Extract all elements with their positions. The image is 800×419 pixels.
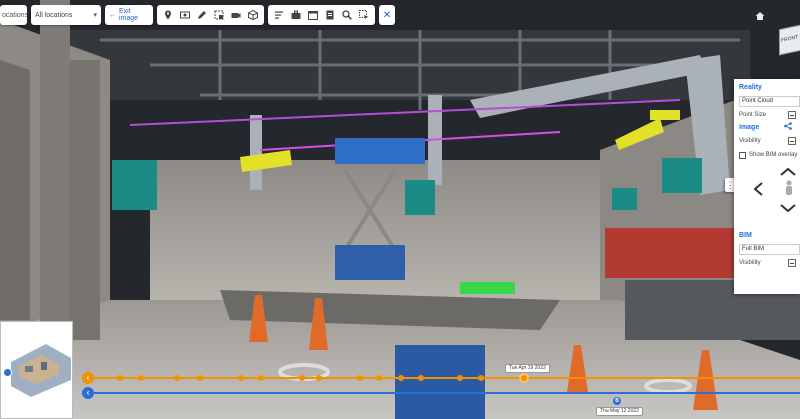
capture-dot[interactable] [174,375,180,381]
select-region-icon[interactable] [356,7,372,23]
share-icon[interactable] [784,121,792,135]
magnifier-icon[interactable] [339,7,355,23]
navigate-left-icon[interactable] [753,182,763,198]
capture-dot[interactable] [138,375,144,381]
calendar-icon[interactable] [305,7,321,23]
briefcase-icon[interactable] [288,7,304,23]
bim-section-title: BIM [739,232,752,239]
bim-mode-select[interactable]: Full BIM [739,243,800,255]
capture-dot[interactable] [376,375,382,381]
compare-capture-date-label: Thu May 12 2022 [596,407,643,416]
capture-dot[interactable] [357,375,363,381]
tool-group-secondary [268,5,375,25]
bim-visibility-toggle[interactable] [788,259,796,267]
capture-dot[interactable] [238,375,244,381]
point-cloud-render [0,0,800,419]
pin-icon[interactable] [160,7,176,23]
show-bim-overlay-label: Show BIM overlay [749,152,798,158]
location-filter-label: ocations [2,11,27,19]
capture-dot[interactable] [299,375,305,381]
image-section-title: Image [739,124,760,131]
point-cloud-viewport[interactable] [0,0,800,419]
home-button[interactable] [752,8,768,24]
image-section-header: Image [739,121,800,135]
chevron-down-icon: ▾ [93,12,97,19]
image-visibility-row: Visibility [739,134,800,148]
timeline-prev-blue-button[interactable]: ‹ [82,387,94,399]
close-toolbar-button[interactable]: ✕ [379,5,395,25]
navigate-up-icon[interactable] [780,167,796,178]
list-icon[interactable] [271,7,287,23]
close-icon: ✕ [382,9,392,21]
timeline-prev-orange-button[interactable]: ‹ [82,372,94,384]
document-icon[interactable] [322,7,338,23]
pen-icon[interactable] [194,7,210,23]
top-toolbar: ocations All locations ▾ ← Exit image ✕ [0,5,395,25]
exit-image-label: Exit image [119,8,139,22]
capture-dot[interactable] [457,375,463,381]
view-settings-panel: Reality Point Cloud Point Size Image Vis… [734,79,800,294]
cube-icon[interactable] [245,7,261,23]
exit-image-button[interactable]: ← Exit image [105,5,153,25]
location-select[interactable]: All locations ▾ [31,5,101,25]
capture-dot[interactable] [398,375,404,381]
person-icon [784,180,794,198]
camera-icon[interactable] [228,7,244,23]
location-filter-truncated[interactable]: ocations [0,5,27,25]
current-position-marker [3,368,12,377]
capture-dot[interactable] [117,375,123,381]
capture-icon[interactable] [177,7,193,23]
bim-overlay-row: Show BIM overlay [739,148,800,162]
current-capture-handle[interactable] [519,373,529,383]
floor-plan-minimap[interactable] [0,321,73,419]
tool-group-primary [157,5,264,25]
location-select-value: All locations [35,11,73,19]
show-bim-overlay-checkbox[interactable] [739,151,746,159]
bim-visibility-label: Visibility [739,260,761,266]
compare-capture-handle[interactable]: B [613,397,621,405]
capture-dot[interactable] [478,375,484,381]
current-capture-date-label: Tue Apr 19 2022 [505,364,550,373]
point-size-label: Point Size [739,112,767,118]
reality-mode-select[interactable]: Point Cloud [739,95,800,107]
view-cube[interactable]: FRONT [779,24,800,56]
point-size-decrease-button[interactable] [788,111,796,119]
capture-dot[interactable] [418,375,424,381]
capture-timeline: ‹ ‹ Tue Apr 19 2022 B Thu May 12 2022 [80,364,800,419]
navigate-down-icon[interactable] [780,204,796,214]
capture-dot[interactable] [258,375,264,381]
view-cube-face-label: FRONT [781,34,799,44]
capture-dot[interactable] [197,375,203,381]
bim-visibility-row: Visibility [739,256,800,270]
image-visibility-label: Visibility [739,138,761,144]
reality-section-title: Reality [739,84,762,91]
arrow-left-icon: ← [109,11,116,19]
crop-icon[interactable] [211,7,227,23]
capture-dot[interactable] [316,375,322,381]
compare-capture-track [94,392,800,394]
point-size-row: Point Size [739,108,800,122]
image-visibility-toggle[interactable] [788,137,796,145]
home-icon [755,12,765,20]
navigation-pad [734,164,800,226]
